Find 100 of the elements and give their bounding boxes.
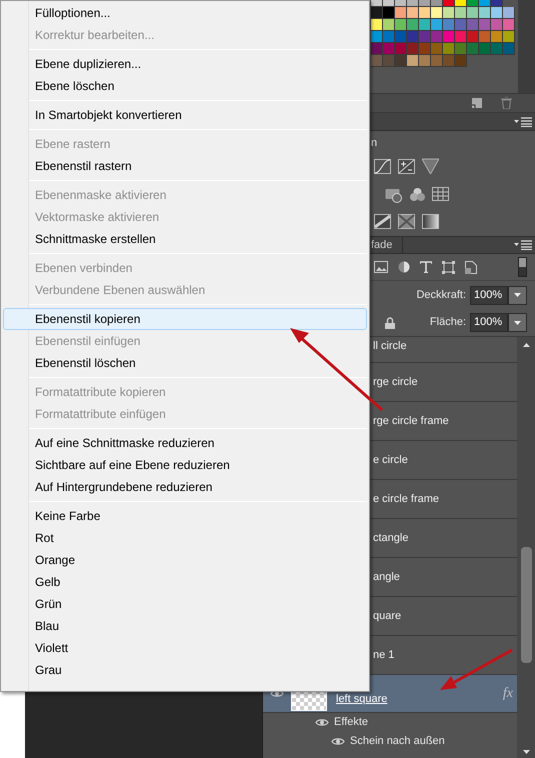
color-swatch[interactable] xyxy=(383,7,395,19)
color-swatch[interactable] xyxy=(419,0,431,7)
smart-object-icon[interactable] xyxy=(465,260,477,274)
color-swatch[interactable] xyxy=(383,55,395,67)
gradient-map-icon[interactable] xyxy=(422,214,439,228)
color-swatch[interactable] xyxy=(491,0,503,7)
color-swatch[interactable] xyxy=(371,43,383,55)
color-swatch[interactable] xyxy=(455,55,467,67)
color-swatch[interactable] xyxy=(479,31,491,43)
color-swatch[interactable] xyxy=(395,0,407,7)
color-swatch[interactable] xyxy=(491,19,503,31)
color-swatch[interactable] xyxy=(431,55,443,67)
color-swatch[interactable] xyxy=(467,0,479,7)
color-swatch[interactable] xyxy=(419,31,431,43)
color-swatch[interactable] xyxy=(395,31,407,43)
color-swatch[interactable] xyxy=(455,19,467,31)
color-swatch[interactable] xyxy=(479,7,491,19)
eye-icon[interactable] xyxy=(331,737,345,746)
color-swatch[interactable] xyxy=(407,7,419,19)
color-circles-icon[interactable] xyxy=(409,186,426,202)
exposure-icon[interactable] xyxy=(398,158,415,174)
menu-item[interactable]: Ebenenstil kopieren xyxy=(3,308,367,330)
value-field[interactable]: 100% xyxy=(470,286,508,304)
color-swatch[interactable] xyxy=(467,19,479,31)
color-swatch[interactable] xyxy=(383,19,395,31)
color-swatch[interactable] xyxy=(407,55,419,67)
grid-icon[interactable] xyxy=(432,187,449,201)
trash-icon[interactable] xyxy=(501,97,512,109)
panel-menu-icon[interactable] xyxy=(513,240,533,250)
color-swatch[interactable] xyxy=(419,43,431,55)
panel-menu-icon[interactable] xyxy=(513,116,533,126)
color-swatch[interactable] xyxy=(383,43,395,55)
color-swatch[interactable] xyxy=(371,55,383,67)
color-swatch[interactable] xyxy=(371,19,383,31)
layer-name[interactable]: left square xyxy=(336,693,388,706)
color-swatch[interactable] xyxy=(419,7,431,19)
circle-half-icon[interactable] xyxy=(398,261,410,273)
color-swatch[interactable] xyxy=(443,7,455,19)
color-swatch[interactable] xyxy=(467,31,479,43)
color-swatch[interactable] xyxy=(455,7,467,19)
color-swatch[interactable] xyxy=(443,43,455,55)
value-field[interactable]: 100% xyxy=(470,313,508,332)
new-swatch-icon[interactable] xyxy=(471,97,483,109)
dropdown-button[interactable] xyxy=(508,313,527,332)
color-swatch[interactable] xyxy=(443,55,455,67)
menu-item[interactable]: Schnittmaske erstellen xyxy=(3,228,367,250)
color-swatch[interactable] xyxy=(395,43,407,55)
color-swatch[interactable] xyxy=(491,31,503,43)
color-swatch[interactable] xyxy=(407,43,419,55)
color-swatch[interactable] xyxy=(503,31,515,43)
type-icon[interactable] xyxy=(420,261,432,273)
color-swatch[interactable] xyxy=(407,19,419,31)
color-swatch[interactable] xyxy=(503,19,515,31)
curves-icon[interactable] xyxy=(374,158,391,174)
color-swatch[interactable] xyxy=(503,43,515,55)
posterize-icon[interactable] xyxy=(374,214,391,228)
scroll-thumb[interactable] xyxy=(520,547,532,663)
threshold-icon[interactable] xyxy=(398,214,415,228)
color-swatch[interactable] xyxy=(431,31,443,43)
color-swatch[interactable] xyxy=(467,43,479,55)
dropdown-button[interactable] xyxy=(508,286,527,304)
color-swatch[interactable] xyxy=(455,43,467,55)
color-swatch[interactable] xyxy=(419,19,431,31)
color-swatch[interactable] xyxy=(503,7,515,19)
color-swatch[interactable] xyxy=(431,0,443,7)
color-swatch[interactable] xyxy=(371,0,383,7)
color-swatch[interactable] xyxy=(419,55,431,67)
color-swatch[interactable] xyxy=(383,31,395,43)
color-swatch[interactable] xyxy=(479,43,491,55)
color-swatch[interactable] xyxy=(491,7,503,19)
color-swatch[interactable] xyxy=(479,19,491,31)
color-swatch[interactable] xyxy=(371,7,383,19)
menu-item[interactable]: Ebene duplizieren... xyxy=(3,53,367,75)
color-swatch[interactable] xyxy=(491,43,503,55)
color-swatch[interactable] xyxy=(407,0,419,7)
color-swatch[interactable] xyxy=(431,7,443,19)
color-swatch[interactable] xyxy=(371,31,383,43)
color-swatch[interactable] xyxy=(443,0,455,7)
color-swatch[interactable] xyxy=(479,0,491,7)
color-swatch[interactable] xyxy=(431,19,443,31)
scrollbar[interactable] xyxy=(517,337,535,758)
gradient-triangle-icon[interactable] xyxy=(422,158,439,174)
color-swatch[interactable] xyxy=(395,7,407,19)
image-filter-icon[interactable] xyxy=(374,261,388,273)
menu-item[interactable]: Fülloptionen... xyxy=(3,2,367,24)
color-swatch[interactable] xyxy=(407,31,419,43)
color-swatch[interactable] xyxy=(431,43,443,55)
panel-tab[interactable]: fade xyxy=(371,237,404,253)
scroll-up-icon[interactable] xyxy=(522,343,530,347)
transform-icon[interactable] xyxy=(442,260,455,274)
menu-item[interactable]: Ebenenstil rastern xyxy=(3,155,367,177)
eye-icon[interactable] xyxy=(315,718,329,727)
scroll-down-icon[interactable] xyxy=(522,750,530,754)
filter-toggle[interactable] xyxy=(518,257,527,277)
color-swatch[interactable] xyxy=(383,0,395,7)
color-swatch[interactable] xyxy=(395,19,407,31)
menu-item[interactable]: Ebene löschen xyxy=(3,75,367,97)
color-swatch[interactable] xyxy=(443,31,455,43)
color-swatch[interactable] xyxy=(467,7,479,19)
lock-icon[interactable] xyxy=(385,316,395,328)
